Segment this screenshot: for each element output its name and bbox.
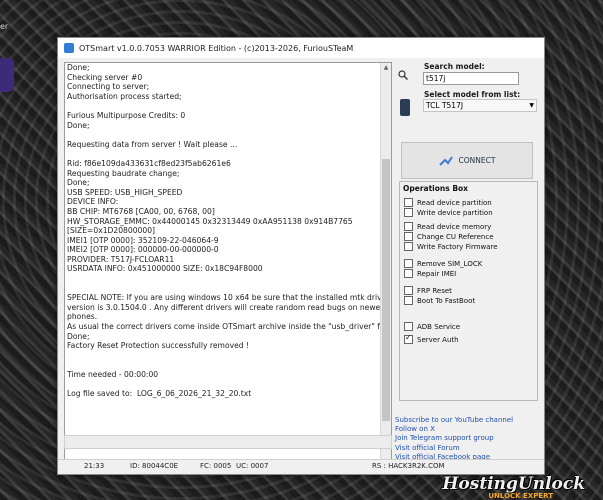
operations-title: Operations Box — [403, 184, 469, 193]
option-checkbox[interactable]: Boot To FastBoot — [404, 296, 475, 305]
select-label: Select model from list: — [424, 90, 521, 99]
log-output[interactable]: Done; Checking server #0 Connecting to s… — [64, 62, 392, 462]
checkbox-label: Write device partition — [417, 208, 493, 217]
checkbox-box[interactable] — [404, 208, 413, 217]
checkbox-label: Remove SIM_LOCK — [417, 259, 483, 268]
option-checkbox[interactable]: Read device memory — [404, 222, 491, 231]
checkbox-box[interactable] — [404, 222, 413, 231]
scroll-up-icon[interactable]: ▲ — [381, 63, 391, 73]
log-text: Done; Checking server #0 Connecting to s… — [67, 63, 391, 399]
search-input[interactable]: t517j — [423, 72, 519, 85]
option-checkbox[interactable]: Repair IMEI — [404, 269, 456, 278]
checkbox-box[interactable] — [404, 286, 413, 295]
option-checkbox[interactable]: Remove SIM_LOCK — [404, 259, 482, 268]
window-title: OTSmart v1.0.0.7053 WARRIOR Edition - (c… — [79, 43, 354, 53]
checkbox-label: Boot To FastBoot — [417, 296, 476, 305]
watermark-brand: HostingUnlock — [442, 474, 585, 494]
checkbox-label: Repair IMEI — [417, 269, 457, 278]
checkbox-box[interactable] — [404, 232, 413, 241]
search-icon — [398, 70, 408, 80]
status-id: ID: 80044C0E — [130, 462, 179, 470]
checkbox-label: Read device partition — [417, 198, 492, 207]
checkbox-box[interactable] — [404, 269, 413, 278]
link-youtube[interactable]: Subscribe to our YouTube channel — [395, 416, 513, 425]
search-label: Search model: — [424, 62, 485, 71]
operations-box: Operations Box Read device partition Writ… — [399, 181, 538, 401]
phone-icon — [400, 99, 410, 116]
otsmart-window: OTSmart v1.0.0.7053 WARRIOR Edition - (c… — [57, 37, 545, 475]
option-checkbox[interactable]: Write device partition — [404, 208, 493, 217]
status-uc: UC: 0007 — [236, 462, 269, 470]
status-fc: FC: 0005 — [200, 462, 232, 470]
checkbox-box[interactable] — [404, 322, 413, 331]
link-x[interactable]: Follow on X — [395, 425, 513, 434]
title-bar[interactable]: OTSmart v1.0.0.7053 WARRIOR Edition - (c… — [58, 38, 544, 58]
checkbox-box[interactable] — [404, 333, 413, 344]
status-time: 21:33 — [84, 462, 105, 470]
option-checkbox[interactable]: FRP Reset — [404, 286, 452, 295]
desktop-icon-label: er — [0, 22, 9, 31]
model-select[interactable]: TCL T517J ▼ — [423, 99, 537, 112]
link-forum[interactable]: Visit official Forum — [395, 444, 513, 453]
checkbox-label: Server Auth — [417, 335, 459, 344]
checkbox-label: Change CU Reference — [417, 232, 494, 241]
status-bar: 21:33 ID: 80044C0E FC: 0005 UC: 0007 RS … — [58, 459, 544, 474]
checkbox-box[interactable] — [404, 242, 413, 251]
option-checkbox[interactable]: Read device partition — [404, 198, 492, 207]
checkbox-label: Read device memory — [417, 222, 492, 231]
option-checkbox[interactable]: Write Factory Firmware — [404, 242, 498, 251]
link-telegram[interactable]: Join Telegram support group — [395, 434, 513, 443]
watermark-sub: UNLOCK EXPERT — [488, 492, 553, 500]
option-checkbox[interactable]: Server Auth — [404, 333, 459, 344]
connect-button[interactable]: CONNECT — [401, 142, 533, 179]
horizontal-scrollbar[interactable] — [64, 435, 392, 449]
connect-label: CONNECT — [458, 156, 496, 165]
option-checkbox[interactable]: ADB Service — [404, 322, 460, 331]
checkbox-label: FRP Reset — [417, 286, 452, 295]
app-icon — [64, 43, 74, 53]
scroll-thumb[interactable] — [382, 159, 390, 421]
desktop-app-icon[interactable] — [0, 58, 14, 92]
status-rs: RS : HACK3R2K.COM — [372, 462, 445, 470]
checkbox-box[interactable] — [404, 198, 413, 207]
links-list: Subscribe to our YouTube channel Follow … — [395, 416, 513, 462]
vertical-scrollbar[interactable]: ▲ — [380, 63, 391, 461]
chevron-down-icon[interactable]: ▼ — [529, 100, 534, 111]
checkbox-label: Write Factory Firmware — [417, 242, 498, 251]
checkbox-box[interactable] — [404, 259, 413, 268]
checkbox-box[interactable] — [404, 296, 413, 305]
checkbox-label: ADB Service — [417, 322, 461, 331]
option-checkbox[interactable]: Change CU Reference — [404, 232, 494, 241]
plug-icon — [438, 155, 453, 166]
model-select-value: TCL T517J — [426, 101, 464, 110]
